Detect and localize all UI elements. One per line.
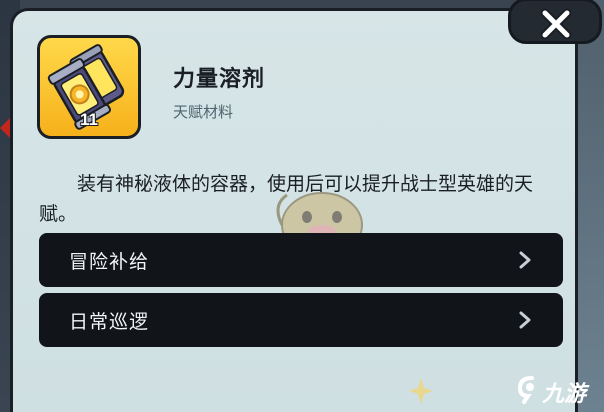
close-button[interactable]: [508, 0, 602, 44]
background-right: [576, 0, 604, 412]
item-type: 天赋材料: [173, 103, 234, 121]
sparkle-icon: [409, 378, 433, 404]
item-name: 力量溶剂: [173, 67, 266, 92]
watermark-text: 九游: [542, 382, 587, 407]
menu-item-label: 日常巡逻: [69, 311, 150, 333]
menu-item-adventure-supply[interactable]: 冒险补给: [39, 233, 563, 287]
close-icon: [540, 8, 572, 40]
menu-item-daily-patrol[interactable]: 日常巡逻: [39, 293, 563, 347]
menu-item-label: 冒险补给: [69, 251, 150, 273]
item-count: 11: [80, 110, 98, 129]
watermark: 九游: [514, 370, 604, 410]
chevron-right-icon: [519, 251, 531, 269]
item-icon-tile: 11: [37, 35, 141, 139]
chevron-right-icon: [519, 311, 531, 329]
item-detail-panel: 11 力量溶剂 天赋材料 装有神秘液体的容器，使用后可以提升战士型英雄的天赋。 …: [10, 8, 578, 412]
red-marker: [0, 118, 10, 138]
jiuyou-logo: [517, 376, 534, 404]
